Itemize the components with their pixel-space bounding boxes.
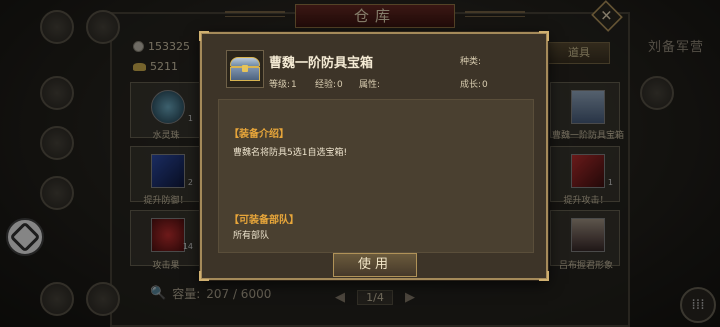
frame-corner: [539, 271, 549, 281]
growth-stat: 成长:0: [460, 77, 488, 90]
level-stat: 等级:1: [269, 77, 297, 90]
frame-corner: [199, 31, 209, 41]
exp-value: 0: [337, 80, 343, 90]
game-screen: 仓库 ✕ 153325 5211 道具 刘备军营 1 水灵珠 2 提升防御！ 1…: [0, 0, 720, 327]
growth-value: 0: [482, 80, 488, 90]
item-icon-frame: [226, 50, 264, 88]
growth-label: 成长:: [460, 80, 482, 90]
use-button[interactable]: 使用: [333, 253, 417, 277]
exp-stat: 经验:0: [315, 77, 343, 90]
attr-label: 属性:: [359, 80, 381, 90]
level-label: 等级:: [269, 80, 291, 90]
team-text: 所有部队: [233, 231, 270, 241]
exp-label: 经验:: [315, 80, 337, 90]
frame-corner: [199, 271, 209, 281]
level-value: 1: [291, 80, 297, 90]
item-detail-modal: 曹魏一阶防具宝箱 等级:1 经验:0 属性: 种类: 成长:0 【装备介绍】 曹…: [199, 31, 549, 281]
attr-stat: 属性:: [359, 77, 381, 90]
team-heading: 【可装备部队】: [229, 215, 299, 226]
item-description-panel: 【装备介绍】 曹魏名将防具5选1自选宝箱! 【可装备部队】 所有部队: [218, 99, 534, 253]
intro-text: 曹魏名将防具5选1自选宝箱!: [233, 148, 348, 158]
item-name: 曹魏一阶防具宝箱: [269, 56, 374, 71]
type-label: 种类:: [460, 57, 482, 67]
type-stat: 种类:: [460, 54, 482, 67]
treasure-chest-icon: [230, 57, 260, 81]
frame-corner: [539, 31, 549, 41]
intro-heading: 【装备介绍】: [229, 129, 289, 140]
